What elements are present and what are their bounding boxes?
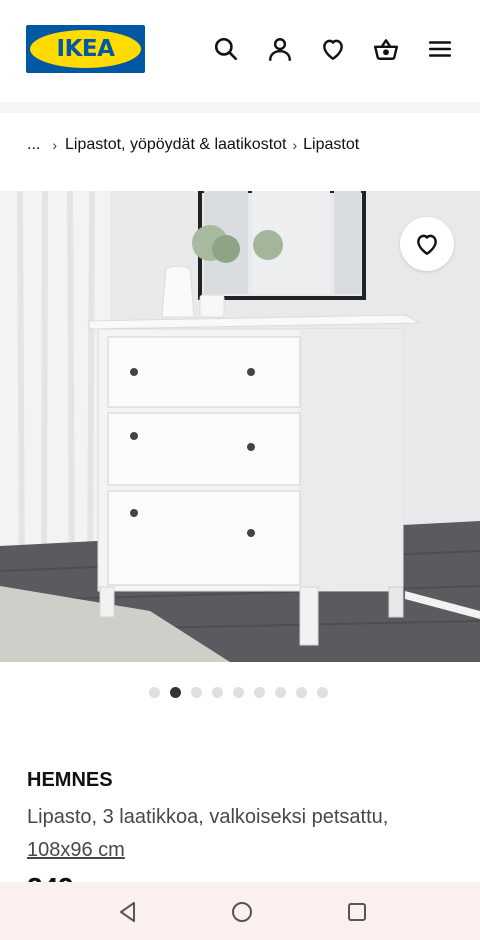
ikea-logo[interactable]: IKEA — [26, 25, 145, 73]
carousel-dot[interactable] — [149, 686, 160, 698]
carousel-dot[interactable] — [212, 686, 223, 698]
carousel-dot[interactable] — [296, 686, 307, 698]
breadcrumb-ellipsis[interactable]: ... — [27, 136, 40, 154]
logo-text: IKEA — [56, 36, 115, 62]
product-description: Lipasto, 3 laatikkoa, valkoiseksi petsat… — [27, 801, 467, 867]
heart-icon — [417, 234, 437, 255]
product-name: HEMNES — [27, 769, 113, 791]
app-header: IKEA — [0, 0, 480, 102]
carousel-dot[interactable] — [254, 686, 265, 698]
carousel-dot[interactable] — [191, 686, 202, 698]
product-size-link[interactable]: 108x96 cm — [27, 839, 125, 861]
header-divider — [0, 102, 480, 113]
add-to-favorites-button[interactable] — [400, 217, 454, 271]
carousel-dot[interactable] — [275, 686, 286, 698]
menu-icon[interactable] — [424, 33, 456, 65]
carousel-dot[interactable] — [170, 686, 181, 698]
breadcrumb-item-category[interactable]: Lipastot, yöpöydät & laatikostot — [65, 136, 286, 154]
heart-icon[interactable] — [317, 33, 349, 65]
back-icon[interactable] — [114, 898, 142, 926]
carousel-dot[interactable] — [317, 686, 328, 698]
breadcrumb: ... › Lipastot, yöpöydät & laatikostot ›… — [27, 134, 359, 156]
system-navigation-bar — [0, 882, 480, 940]
breadcrumb-item-current[interactable]: Lipastot — [303, 136, 359, 154]
image-carousel-dots — [149, 686, 328, 698]
product-description-text: Lipasto, 3 laatikkoa, valkoiseksi petsat… — [27, 806, 389, 828]
account-icon[interactable] — [264, 33, 296, 65]
basket-icon[interactable] — [370, 33, 402, 65]
chevron-right-icon: › — [52, 137, 58, 153]
home-icon[interactable] — [228, 898, 256, 926]
chevron-right-icon: › — [292, 137, 298, 153]
carousel-dot[interactable] — [233, 686, 244, 698]
search-icon[interactable] — [210, 33, 242, 65]
recents-icon[interactable] — [343, 898, 371, 926]
